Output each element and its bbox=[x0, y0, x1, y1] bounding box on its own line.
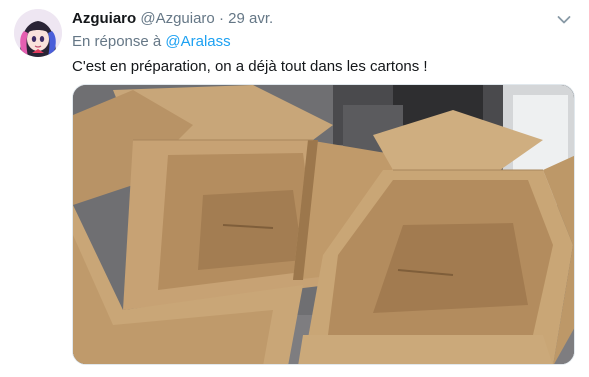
chevron-down-icon[interactable] bbox=[557, 12, 571, 24]
reply-context: En réponse à @Aralass bbox=[72, 32, 231, 52]
author-avatar[interactable] bbox=[14, 9, 62, 57]
reply-prefix: En réponse à bbox=[72, 33, 162, 50]
author-handle[interactable]: @Azguiaro bbox=[140, 10, 214, 27]
tweet-photo[interactable] bbox=[72, 84, 575, 365]
separator-dot: · bbox=[218, 10, 224, 27]
tweet-header: Azguiaro @Azguiaro · 29 avr. bbox=[72, 9, 553, 29]
reply-to-link[interactable]: @Aralass bbox=[165, 33, 230, 50]
author-name[interactable]: Azguiaro bbox=[72, 10, 136, 27]
tweet-date[interactable]: 29 avr. bbox=[228, 10, 273, 27]
tweet-card[interactable]: Azguiaro @Azguiaro · 29 avr. En réponse … bbox=[0, 0, 589, 377]
tweet-text: C'est en préparation, on a déjà tout dan… bbox=[72, 58, 428, 75]
